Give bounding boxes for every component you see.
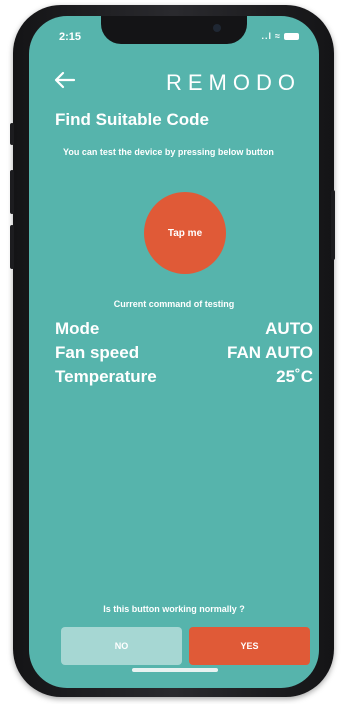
mode-value: AUTO <box>265 319 313 338</box>
mode-row: Mode AUTO <box>55 319 313 339</box>
app-screen: 2:15 ..l ≈ REMODO Find Suitable Code You… <box>29 16 319 688</box>
status-icons: ..l ≈ <box>262 31 299 41</box>
power-button <box>331 190 335 260</box>
wifi-icon: ≈ <box>275 31 281 41</box>
signal-icon: ..l <box>261 31 273 41</box>
brand-logo: REMODO <box>166 70 301 95</box>
mode-label: Mode <box>55 319 100 338</box>
temperature-row: Temperature 25˚C <box>55 367 313 387</box>
working-question: Is this button working normally ? <box>103 604 245 614</box>
home-indicator[interactable] <box>132 668 218 672</box>
fan-speed-row: Fan speed FAN AUTO <box>55 343 313 363</box>
instruction-text: You can test the device by pressing belo… <box>63 147 274 157</box>
volume-up-button <box>10 170 14 214</box>
silent-switch <box>10 123 14 145</box>
no-button[interactable]: NO <box>61 627 182 665</box>
fan-speed-label: Fan speed <box>55 343 140 362</box>
front-camera <box>213 24 221 32</box>
fan-speed-value: FAN AUTO <box>227 343 313 362</box>
tap-me-button[interactable]: Tap me <box>144 192 226 274</box>
current-command-label: Current command of testing <box>113 299 235 309</box>
status-time: 2:15 <box>59 31 82 43</box>
volume-down-button <box>10 225 14 269</box>
notch <box>101 16 247 44</box>
battery-icon <box>284 32 299 40</box>
temperature-value: 25˚C <box>276 367 313 386</box>
arrow-left-icon[interactable] <box>53 68 77 92</box>
page-title: Find Suitable Code <box>55 110 209 129</box>
yes-button[interactable]: YES <box>189 627 310 665</box>
temperature-label: Temperature <box>55 367 157 386</box>
